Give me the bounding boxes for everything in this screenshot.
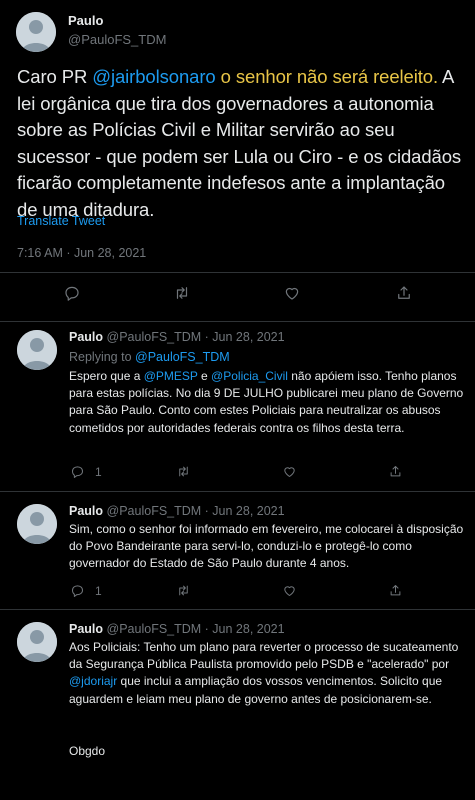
retweet-button[interactable]	[176, 583, 191, 598]
mention-link[interactable]: @jairbolsonaro	[92, 66, 215, 87]
reply-meta[interactable]: @PauloFS_TDM · Jun 28, 2021	[107, 330, 285, 344]
tweet-text-highlight: o senhor não será reeleito.	[215, 66, 439, 87]
reply-avatar[interactable]	[17, 504, 57, 544]
reply-text-part: Espero que a	[69, 369, 144, 383]
retweet-icon	[179, 466, 188, 477]
like-icon	[284, 586, 295, 596]
divider	[0, 609, 475, 610]
divider	[0, 272, 475, 273]
tweet-text: Caro PR @jairbolsonaro o senhor não será…	[17, 64, 467, 223]
reply-meta[interactable]: @PauloFS_TDM · Jun 28, 2021	[107, 622, 285, 636]
reply-text: Aos Policiais: Tenho um plano para rever…	[69, 639, 467, 708]
reply-avatar[interactable]	[17, 622, 57, 662]
reply-avatar[interactable]	[17, 330, 57, 370]
tweet-text-intro: Caro PR	[17, 66, 93, 87]
share-icon	[398, 286, 410, 299]
retweet-button[interactable]	[173, 284, 191, 302]
tweet-timestamp[interactable]: 7:16 AM · Jun 28, 2021	[17, 246, 146, 260]
reply-count: 1	[95, 464, 102, 479]
share-icon	[390, 466, 401, 477]
divider	[0, 491, 475, 492]
reply-icon	[72, 466, 83, 478]
reply-icon	[72, 585, 83, 597]
replying-handle[interactable]: @PauloFS_TDM	[135, 350, 230, 364]
replying-label: Replying to	[69, 350, 136, 364]
reply-text: Sim, como o senhor foi informado em feve…	[69, 522, 464, 571]
author-avatar[interactable]	[16, 12, 56, 52]
retweet-button[interactable]	[176, 464, 191, 479]
retweet-icon	[176, 287, 188, 299]
like-button[interactable]	[283, 284, 301, 302]
like-button[interactable]	[282, 464, 297, 479]
reply-header: Paulo @PauloFS_TDM · Jun 28, 2021	[69, 330, 285, 344]
mention-link[interactable]: @PMESP	[144, 369, 198, 383]
reply-text-part: Aos Policiais: Tenho um plano para rever…	[69, 640, 459, 672]
tweet-text-rest: A lei orgânica que tira dos governadores…	[17, 66, 462, 220]
reply-icon	[65, 286, 79, 301]
like-button[interactable]	[282, 583, 297, 598]
mention-link[interactable]: @Policia_Civil	[211, 369, 288, 383]
reply-text-part: que inclui a ampliação dos vossos vencim…	[69, 674, 443, 706]
default-avatar-icon	[16, 12, 56, 52]
reply-author-name[interactable]: Paulo	[69, 622, 103, 636]
reply-tweet[interactable]: Paulo @PauloFS_TDM · Jun 28, 2021 Sim, c…	[0, 496, 475, 608]
like-icon	[285, 287, 299, 300]
reply-button[interactable]	[63, 284, 81, 302]
reply-signoff: Obgdo	[69, 744, 106, 758]
author-handle[interactable]: @PauloFS_TDM	[68, 32, 166, 47]
default-avatar-icon	[17, 330, 57, 370]
reply-author-name[interactable]: Paulo	[69, 504, 103, 518]
share-icon	[390, 585, 401, 596]
reply-button[interactable]: 1	[70, 464, 102, 479]
reply-author-name[interactable]: Paulo	[69, 330, 103, 344]
reply-count: 1	[95, 583, 102, 598]
translate-tweet-link[interactable]: Translate Tweet	[17, 214, 105, 228]
reply-text-part: e	[197, 369, 212, 383]
share-button[interactable]	[395, 284, 413, 302]
reply-text: Espero que a @PMESP e @Policia_Civil não…	[69, 368, 467, 437]
share-button[interactable]	[388, 583, 403, 598]
reply-tweet[interactable]: Paulo @PauloFS_TDM · Jun 28, 2021 Aos Po…	[0, 614, 475, 800]
tweet-action-bar	[0, 284, 475, 310]
share-button[interactable]	[388, 464, 403, 479]
replying-to: Replying to @PauloFS_TDM	[69, 349, 467, 366]
author-name[interactable]: Paulo	[68, 13, 103, 28]
reply-header: Paulo @PauloFS_TDM · Jun 28, 2021	[69, 622, 285, 636]
mention-link[interactable]: @jdoriajr	[69, 674, 117, 688]
reply-button[interactable]: 1	[70, 583, 102, 598]
reply-meta[interactable]: @PauloFS_TDM · Jun 28, 2021	[107, 504, 285, 518]
reply-header: Paulo @PauloFS_TDM · Jun 28, 2021	[69, 504, 285, 518]
retweet-icon	[179, 585, 188, 596]
default-avatar-icon	[17, 504, 57, 544]
reply-tweet[interactable]: Paulo @PauloFS_TDM · Jun 28, 2021 Replyi…	[0, 322, 475, 492]
like-icon	[284, 467, 295, 477]
default-avatar-icon	[17, 622, 57, 662]
